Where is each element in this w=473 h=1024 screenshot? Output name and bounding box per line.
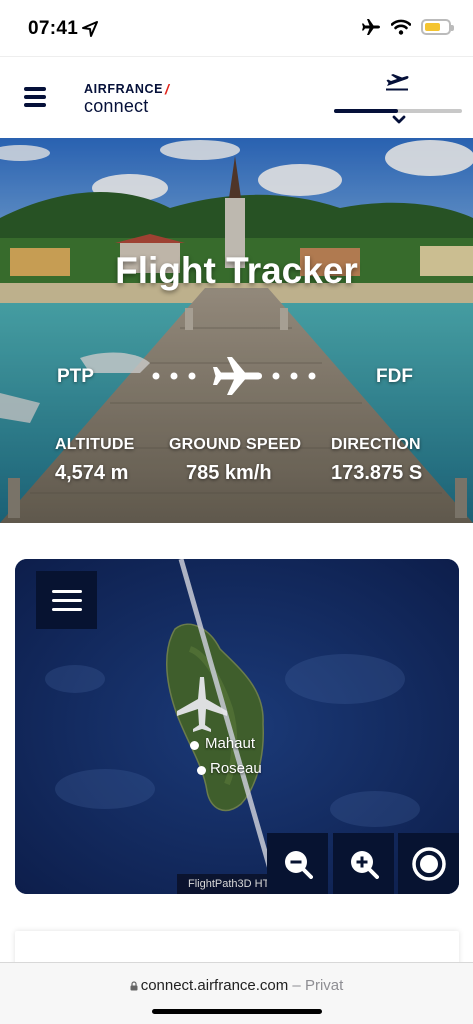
city-marker-roseau	[197, 766, 206, 775]
stat-altitude: ALTITUDE 4,574 m	[55, 436, 135, 485]
brand-name: AIRFRANCE	[84, 82, 164, 96]
recenter-button[interactable]	[398, 833, 459, 894]
airplane-icon	[213, 357, 262, 395]
brand-slash-mark: /	[165, 81, 170, 97]
map-attribution[interactable]: FlightPath3D HTML5	[177, 874, 273, 894]
private-label: Privat	[304, 977, 344, 994]
altitude-label: ALTITUDE	[55, 436, 135, 453]
wifi-icon	[391, 19, 411, 35]
zoom-out-icon	[284, 850, 313, 879]
stat-direction: DIRECTION 173.875 S	[331, 436, 422, 485]
status-icons	[361, 18, 454, 36]
status-bar: 07:41	[0, 0, 473, 56]
zoom-out-button[interactable]	[267, 833, 328, 894]
browser-url-bar[interactable]: connect.airfrance.com – Privat	[0, 962, 473, 1024]
ground-speed-label: GROUND SPEED	[169, 436, 302, 453]
flight-map[interactable]: Mahaut Roseau FlightPath3D HTML5	[15, 559, 459, 894]
zoom-in-icon	[350, 850, 379, 879]
plane-icon	[386, 74, 409, 91]
lock-icon	[130, 981, 138, 991]
hamburger-icon[interactable]	[24, 87, 46, 107]
app-header: AIRFRANCE / connect	[0, 56, 473, 138]
destination-airport: FDF	[376, 366, 413, 387]
route-dots-right	[272, 372, 316, 380]
brand-subtitle: connect	[84, 96, 149, 116]
page-title: Flight Tracker	[115, 250, 358, 291]
url-display[interactable]: connect.airfrance.com – Privat	[0, 977, 473, 994]
progress-fill	[334, 109, 398, 113]
brand-logo[interactable]: AIRFRANCE / connect	[84, 81, 170, 117]
progress-track	[334, 109, 462, 113]
location-arrow-icon	[82, 21, 98, 37]
altitude-value: 4,574 m	[55, 462, 129, 484]
status-time: 07:41	[28, 18, 79, 39]
ground-speed-value: 785 km/h	[186, 462, 272, 484]
flight-route: PTP FDF	[0, 356, 473, 396]
city-label-mahaut: Mahaut	[205, 735, 256, 752]
direction-label: DIRECTION	[331, 436, 421, 453]
zoom-in-button[interactable]	[333, 833, 394, 894]
home-indicator[interactable]	[152, 1009, 322, 1014]
map-menu-button[interactable]	[36, 571, 97, 629]
battery-icon	[421, 19, 454, 35]
recenter-icon	[411, 846, 446, 881]
origin-airport: PTP	[57, 366, 94, 387]
url-separator: –	[288, 977, 305, 994]
chevron-down-icon[interactable]	[392, 115, 406, 125]
city-label-roseau: Roseau	[210, 760, 262, 777]
route-dots-left	[152, 372, 196, 380]
hero-banner: Flight Tracker PTP FDF ALTITUDE 4,574 m …	[0, 138, 473, 523]
airplane-mode-icon	[362, 19, 380, 35]
flight-progress[interactable]	[334, 73, 462, 125]
city-marker-mahaut	[190, 741, 199, 750]
direction-value: 173.875 S	[331, 462, 423, 484]
stat-ground-speed: GROUND SPEED 785 km/h	[169, 436, 301, 485]
url-text: connect.airfrance.com	[140, 977, 289, 994]
